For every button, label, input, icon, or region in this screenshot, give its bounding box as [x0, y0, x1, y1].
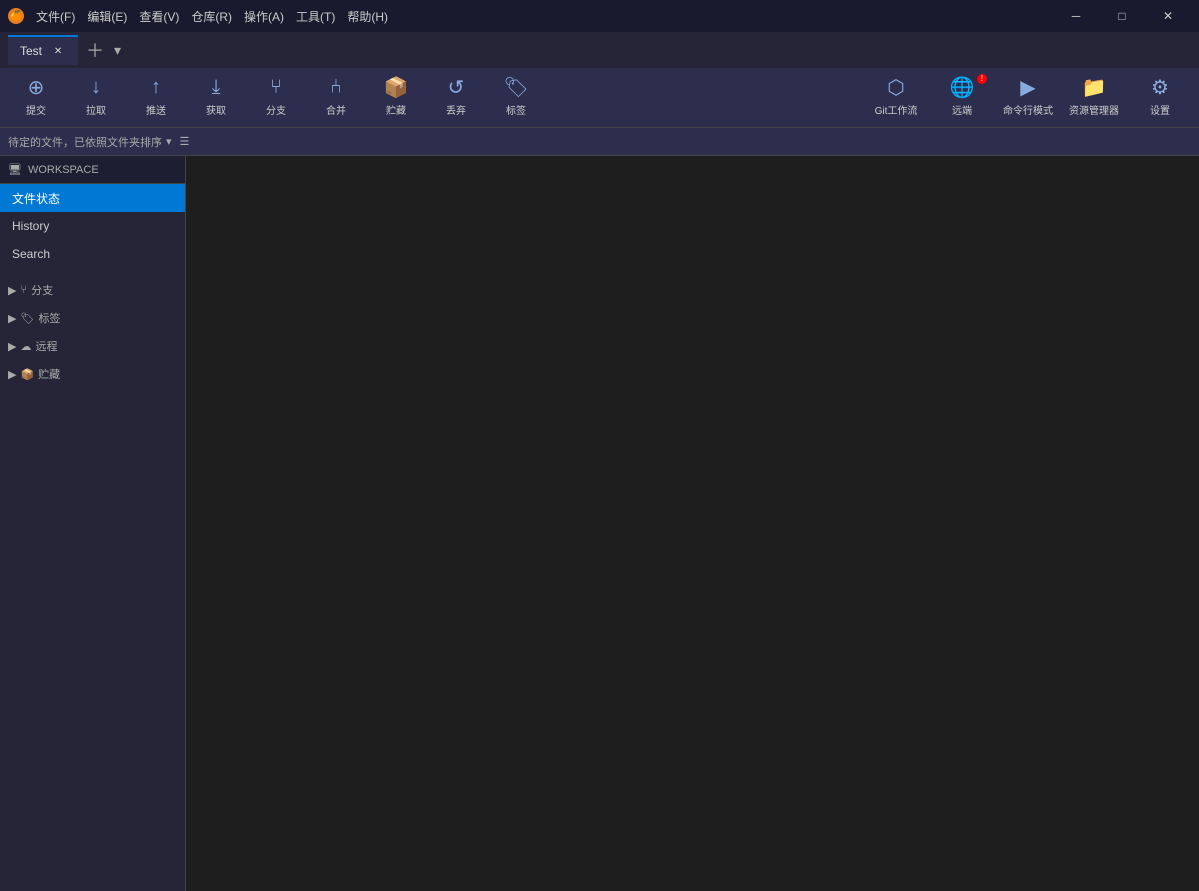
chevron-right-icon: ▶: [8, 284, 16, 297]
tag-button[interactable]: 🏷 标签: [488, 72, 544, 124]
window-controls: ─ □ ✕: [1053, 0, 1191, 32]
search-label: Search: [12, 247, 50, 261]
chevron-right-icon: ▶: [8, 312, 16, 325]
breadcrumb-menu-icon[interactable]: ☰: [180, 135, 190, 148]
minimize-button[interactable]: ─: [1053, 0, 1099, 32]
remote-badge: !: [977, 74, 987, 84]
sidebar: 🖥 WORKSPACE 文件状态 History Search ▶ ⑂ 分支 ▶…: [0, 156, 186, 891]
workspace-header: 🖥 WORKSPACE: [0, 156, 185, 184]
main-layout: 🖥 WORKSPACE 文件状态 History Search ▶ ⑂ 分支 ▶…: [0, 156, 1199, 891]
sidebar-section-stash[interactable]: ▶ 📦 贮藏: [0, 360, 185, 388]
remote-button[interactable]: 🌐 远端 !: [931, 72, 993, 124]
tab-close-button[interactable]: ✕: [50, 43, 66, 59]
branch-button[interactable]: ⑂ 分支: [248, 72, 304, 124]
discard-icon: ↺: [444, 76, 468, 100]
push-button[interactable]: ↑ 推送: [128, 72, 184, 124]
tags-label: 标签: [38, 310, 60, 326]
title-bar: 🍊 文件(F) 编辑(E) 查看(V) 仓库(R) 操作(A) 工具(T) 帮助…: [0, 0, 1199, 32]
tab-bar: Test ✕ ＋ ▾: [0, 32, 1199, 68]
sidebar-item-file-status[interactable]: 文件状态: [0, 184, 185, 212]
stash-label: 贮藏: [38, 366, 60, 382]
app-icon: 🍊: [8, 8, 24, 24]
content-wrapper: 使用默认远端 远端细节 需要额外信息 远端名称： 默认远端 URL: [186, 156, 1199, 891]
breadcrumb: 待定的文件，已依照文件夹排序 ▾ ☰: [0, 128, 1199, 156]
sidebar-section-remote[interactable]: ▶ ☁ 远程: [0, 332, 185, 360]
stash-icon: 📦: [20, 368, 34, 381]
remote-icon: 🌐: [950, 76, 974, 100]
stash-icon: 📦: [384, 76, 408, 100]
sidebar-item-history[interactable]: History: [0, 212, 185, 240]
branch-icon: ⑂: [20, 284, 27, 296]
fetch-icon: ⤓: [204, 76, 228, 100]
maximize-button[interactable]: □: [1099, 0, 1145, 32]
tab-add-button[interactable]: ＋: [82, 37, 108, 63]
branch-icon: ⑂: [264, 76, 288, 100]
sidebar-section-branches[interactable]: ▶ ⑂ 分支: [0, 276, 185, 304]
merge-button[interactable]: ⑃ 合并: [308, 72, 364, 124]
breadcrumb-text: 待定的文件，已依照文件夹排序: [8, 134, 162, 150]
sidebar-section-tags[interactable]: ▶ 🏷 标签: [0, 304, 185, 332]
tag-icon: 🏷: [504, 76, 528, 100]
menu-bar: 文件(F) 编辑(E) 查看(V) 仓库(R) 操作(A) 工具(T) 帮助(H…: [36, 8, 388, 25]
breadcrumb-dropdown-icon[interactable]: ▾: [166, 135, 172, 148]
pull-button[interactable]: ↓ 拉取: [68, 72, 124, 124]
toolbar: ⊕ 提交 ↓ 拉取 ↑ 推送 ⤓ 获取 ⑂ 分支 ⑃ 合并 📦 贮藏 ↺ 丢弃 …: [0, 68, 1199, 128]
menu-action[interactable]: 操作(A): [244, 8, 284, 25]
remote-label: 远程: [35, 338, 57, 354]
settings-icon: ⚙: [1148, 76, 1172, 100]
menu-file[interactable]: 文件(F): [36, 8, 75, 25]
merge-icon: ⑃: [324, 76, 348, 100]
discard-button[interactable]: ↺ 丢弃: [428, 72, 484, 124]
chevron-right-icon: ▶: [8, 368, 16, 381]
stash-button[interactable]: 📦 贮藏: [368, 72, 424, 124]
workspace-icon: 🖥: [8, 163, 22, 176]
terminal-icon: ▶: [1016, 76, 1040, 100]
settings-button[interactable]: ⚙ 设置: [1129, 72, 1191, 124]
fetch-button[interactable]: ⤓ 获取: [188, 72, 244, 124]
terminal-button[interactable]: ▶ 命令行模式: [997, 72, 1059, 124]
pull-icon: ↓: [84, 76, 108, 100]
branches-label: 分支: [31, 282, 53, 298]
toolbar-right: ⬡ Git工作流 🌐 远端 ! ▶ 命令行模式 📁 资源管理器 ⚙ 设置: [865, 72, 1191, 124]
workspace-label: WORKSPACE: [28, 164, 99, 176]
menu-edit[interactable]: 编辑(E): [87, 8, 127, 25]
resource-mgr-icon: 📁: [1082, 76, 1106, 100]
tag-icon: 🏷: [20, 312, 34, 325]
tab-test[interactable]: Test ✕: [8, 35, 78, 65]
menu-view[interactable]: 查看(V): [139, 8, 179, 25]
menu-tools[interactable]: 工具(T): [296, 8, 335, 25]
sidebar-item-search[interactable]: Search: [0, 240, 185, 268]
chevron-right-icon: ▶: [8, 340, 16, 353]
menu-repo[interactable]: 仓库(R): [191, 8, 232, 25]
remote-cloud-icon: ☁: [20, 340, 31, 353]
history-label: History: [12, 219, 49, 233]
commit-button[interactable]: ⊕ 提交: [8, 72, 64, 124]
commit-icon: ⊕: [24, 76, 48, 100]
resource-mgr-button[interactable]: 📁 资源管理器: [1063, 72, 1125, 124]
close-button[interactable]: ✕: [1145, 0, 1191, 32]
tab-dropdown-button[interactable]: ▾: [114, 42, 121, 59]
menu-help[interactable]: 帮助(H): [347, 8, 388, 25]
git-workflow-icon: ⬡: [884, 76, 908, 100]
git-workflow-button[interactable]: ⬡ Git工作流: [865, 72, 927, 124]
tab-label: Test: [20, 44, 42, 58]
push-icon: ↑: [144, 76, 168, 100]
file-status-label: 文件状态: [12, 190, 60, 207]
